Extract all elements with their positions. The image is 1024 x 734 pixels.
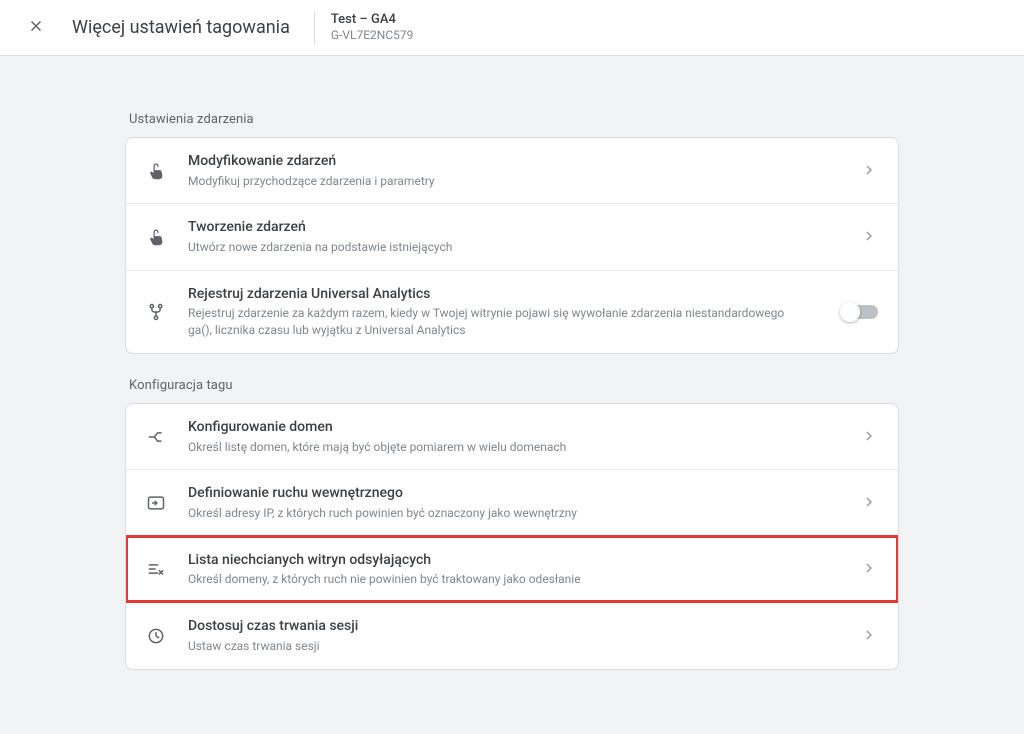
row-text: Konfigurowanie domen Określ listę domen,… (188, 418, 860, 455)
row-desc: Ustaw czas trwania sesji (188, 638, 820, 655)
filter-remove-icon (144, 557, 168, 581)
row-text: Modyfikowanie zdarzeń Modyfikuj przychod… (188, 152, 860, 189)
chevron-right-icon (860, 227, 880, 247)
row-title: Konfigurowanie domen (188, 418, 820, 438)
row-text: Lista niechcianych witryn odsyłających O… (188, 551, 860, 588)
property-name: Test – GA4 (331, 12, 414, 28)
input-icon (144, 491, 168, 515)
clock-icon (144, 624, 168, 648)
chevron-right-icon (860, 427, 880, 447)
row-text: Tworzenie zdarzeń Utwórz nowe zdarzenia … (188, 218, 860, 255)
property-info: Test – GA4 G-VL7E2NC579 (331, 12, 414, 43)
row-collect-ua-events[interactable]: Rejestruj zdarzenia Universal Analytics … (126, 270, 898, 353)
row-desc: Utwórz nowe zdarzenia na podstawie istni… (188, 239, 820, 256)
row-desc: Określ adresy IP, z których ruch powinie… (188, 505, 820, 522)
row-title: Modyfikowanie zdarzeń (188, 152, 820, 172)
row-title: Definiowanie ruchu wewnętrznego (188, 484, 820, 504)
row-create-events[interactable]: Tworzenie zdarzeń Utwórz nowe zdarzenia … (126, 203, 898, 269)
row-desc: Określ listę domen, które mają być objęt… (188, 439, 820, 456)
header-bar: Więcej ustawień tagowania Test – GA4 G-V… (0, 0, 1024, 56)
row-title: Rejestruj zdarzenia Universal Analytics (188, 285, 802, 305)
chevron-right-icon (860, 161, 880, 181)
chevron-right-icon (860, 626, 880, 646)
property-id: G-VL7E2NC579 (331, 28, 414, 43)
row-text: Rejestruj zdarzenia Universal Analytics … (188, 285, 842, 339)
toggle-ua-events[interactable] (842, 305, 878, 319)
section-tag-title: Konfiguracja tagu (129, 378, 899, 393)
row-title: Lista niechcianych witryn odsyłających (188, 551, 820, 571)
close-icon (27, 17, 45, 39)
touch-icon (144, 159, 168, 183)
row-define-internal-traffic[interactable]: Definiowanie ruchu wewnętrznego Określ a… (126, 469, 898, 535)
row-session-timeout[interactable]: Dostosuj czas trwania sesji Ustaw czas t… (126, 602, 898, 668)
row-text: Dostosuj czas trwania sesji Ustaw czas t… (188, 617, 860, 654)
row-configure-domains[interactable]: Konfigurowanie domen Określ listę domen,… (126, 404, 898, 469)
close-button[interactable] (16, 8, 56, 48)
content: Ustawienia zdarzenia Modyfikowanie zdarz… (117, 56, 907, 734)
events-card: Modyfikowanie zdarzeń Modyfikuj przychod… (125, 137, 899, 354)
branch-icon (144, 300, 168, 324)
section-events-title: Ustawienia zdarzenia (129, 112, 899, 127)
row-desc: Rejestruj zdarzenie za każdym razem, kie… (188, 305, 802, 339)
tag-card: Konfigurowanie domen Określ listę domen,… (125, 403, 899, 670)
chevron-right-icon (860, 559, 880, 579)
row-title: Dostosuj czas trwania sesji (188, 617, 820, 637)
page-title: Więcej ustawień tagowania (72, 17, 290, 38)
chevron-right-icon (860, 493, 880, 513)
header-divider (314, 12, 315, 44)
row-referral-exclusion-list[interactable]: Lista niechcianych witryn odsyłających O… (126, 536, 898, 602)
row-title: Tworzenie zdarzeń (188, 218, 820, 238)
touch-icon (144, 225, 168, 249)
row-text: Definiowanie ruchu wewnętrznego Określ a… (188, 484, 860, 521)
row-modify-events[interactable]: Modyfikowanie zdarzeń Modyfikuj przychod… (126, 138, 898, 203)
row-desc: Modyfikuj przychodzące zdarzenia i param… (188, 173, 820, 190)
row-desc: Określ domeny, z których ruch nie powini… (188, 571, 820, 588)
merge-icon (144, 425, 168, 449)
